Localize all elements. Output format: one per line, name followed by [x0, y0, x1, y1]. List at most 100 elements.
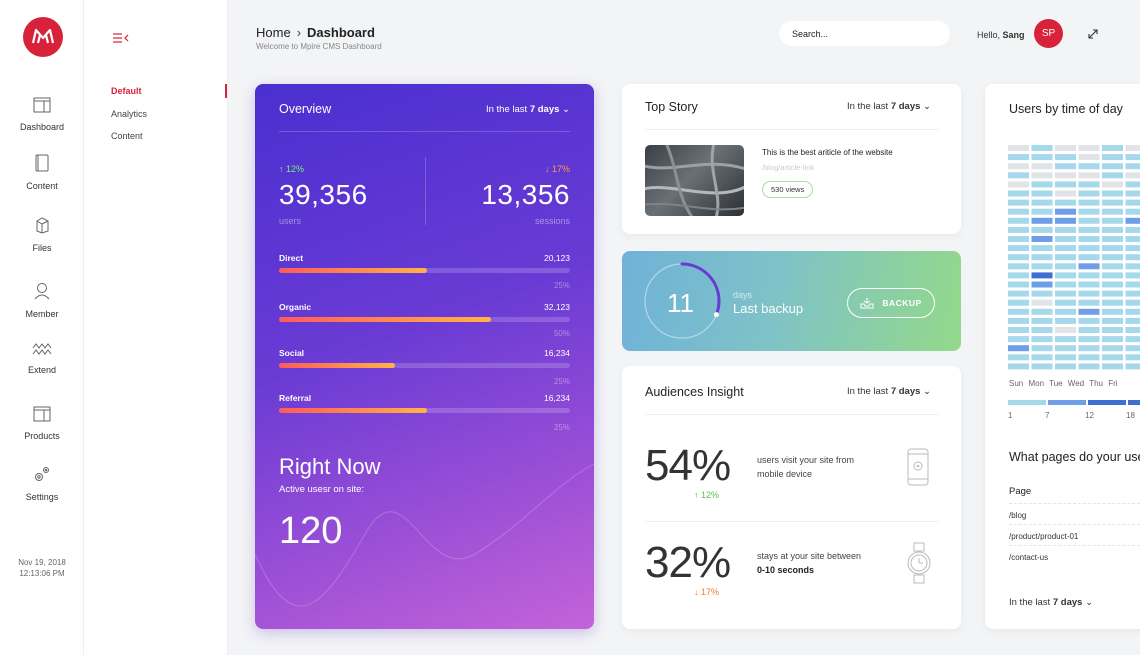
heatmap-cell[interactable]	[1125, 236, 1140, 242]
heatmap-cell[interactable]	[1031, 199, 1053, 206]
heatmap-cell[interactable]	[1055, 308, 1076, 315]
heatmap-cell[interactable]	[1078, 254, 1100, 261]
submenu-item-analytics[interactable]: Analytics	[111, 109, 147, 119]
heatmap-cell[interactable]	[1008, 145, 1029, 151]
heatmap-cell[interactable]	[1031, 145, 1053, 151]
heatmap-cell[interactable]	[1102, 317, 1123, 324]
heatmap-cell[interactable]	[1031, 317, 1053, 324]
heatmap-cell[interactable]	[1125, 308, 1140, 315]
heatmap-cell[interactable]	[1125, 263, 1140, 270]
heatmap-cell[interactable]	[1125, 290, 1140, 297]
heatmap-cell[interactable]	[1078, 308, 1100, 315]
heatmap-cell[interactable]	[1008, 272, 1029, 279]
heatmap-cell[interactable]	[1031, 281, 1053, 288]
heatmap-cell[interactable]	[1078, 217, 1100, 224]
heatmap-cell[interactable]	[1102, 236, 1123, 242]
pages-period-select[interactable]: In the last 7 days ⌄	[1009, 597, 1093, 608]
heatmap-cell[interactable]	[1125, 181, 1140, 188]
heatmap-cell[interactable]	[1055, 190, 1076, 197]
heatmap-cell[interactable]	[1055, 345, 1076, 352]
heatmap-cell[interactable]	[1055, 163, 1076, 170]
page-row[interactable]: /contact-us	[1009, 553, 1048, 562]
heatmap-cell[interactable]	[1125, 245, 1140, 252]
heatmap-cell[interactable]	[1055, 272, 1076, 279]
heatmap-cell[interactable]	[1055, 172, 1076, 179]
heatmap-cell[interactable]	[1055, 236, 1076, 242]
heatmap-cell[interactable]	[1031, 272, 1053, 279]
rail-item-extend[interactable]: Extend	[0, 342, 84, 378]
rail-item-files[interactable]: Files	[0, 216, 84, 256]
heatmap-cell[interactable]	[1125, 190, 1140, 197]
heatmap-cell[interactable]	[1008, 327, 1029, 333]
heatmap-cell[interactable]	[1055, 317, 1076, 324]
heatmap-cell[interactable]	[1078, 163, 1100, 170]
heatmap-cell[interactable]	[1031, 236, 1053, 242]
heatmap-cell[interactable]	[1102, 154, 1123, 161]
heatmap-cell[interactable]	[1055, 363, 1076, 370]
heatmap-cell[interactable]	[1008, 363, 1029, 370]
heatmap-cell[interactable]	[1125, 254, 1140, 261]
heatmap-cell[interactable]	[1055, 336, 1076, 343]
heatmap-cell[interactable]	[1031, 181, 1053, 188]
heatmap-cell[interactable]	[1102, 263, 1123, 270]
heatmap-cell[interactable]	[1031, 345, 1053, 352]
heatmap-cell[interactable]	[1078, 236, 1100, 242]
heatmap-cell[interactable]	[1055, 290, 1076, 297]
heatmap-cell[interactable]	[1125, 354, 1140, 361]
heatmap-cell[interactable]	[1078, 336, 1100, 343]
heatmap-cell[interactable]	[1055, 199, 1076, 206]
heatmap-cell[interactable]	[1078, 145, 1100, 151]
heatmap-cell[interactable]	[1031, 290, 1053, 297]
heatmap-cell[interactable]	[1102, 190, 1123, 197]
heatmap-cell[interactable]	[1078, 272, 1100, 279]
heatmap-cell[interactable]	[1125, 336, 1140, 343]
page-row[interactable]: /blog	[1009, 511, 1026, 520]
heatmap-cell[interactable]	[1031, 263, 1053, 270]
heatmap-cell[interactable]	[1008, 199, 1029, 206]
heatmap-cell[interactable]	[1055, 181, 1076, 188]
heatmap-cell[interactable]	[1055, 208, 1076, 215]
heatmap-cell[interactable]	[1102, 208, 1123, 215]
heatmap-cell[interactable]	[1008, 181, 1029, 188]
heatmap-cell[interactable]	[1008, 299, 1029, 306]
heatmap-cell[interactable]	[1102, 226, 1123, 233]
heatmap-cell[interactable]	[1102, 281, 1123, 288]
heatmap-cell[interactable]	[1055, 254, 1076, 261]
heatmap-cell[interactable]	[1031, 190, 1053, 197]
heatmap-cell[interactable]	[1055, 217, 1076, 224]
submenu-item-default[interactable]: Default	[111, 86, 142, 96]
heatmap-cell[interactable]	[1125, 154, 1140, 161]
heatmap-cell[interactable]	[1008, 263, 1029, 270]
heatmap-cell[interactable]	[1125, 226, 1140, 233]
heatmap-cell[interactable]	[1078, 199, 1100, 206]
heatmap-cell[interactable]	[1008, 281, 1029, 288]
heatmap-cell[interactable]	[1078, 354, 1100, 361]
heatmap-cell[interactable]	[1102, 354, 1123, 361]
heatmap-cell[interactable]	[1008, 290, 1029, 297]
heatmap-cell[interactable]	[1055, 226, 1076, 233]
heatmap-cell[interactable]	[1055, 327, 1076, 333]
article-link[interactable]: /blog/article-link	[762, 163, 814, 172]
heatmap-cell[interactable]	[1125, 217, 1140, 224]
heatmap-cell[interactable]	[1102, 199, 1123, 206]
heatmap-cell[interactable]	[1102, 145, 1123, 151]
search-input[interactable]	[779, 21, 950, 46]
heatmap-cell[interactable]	[1078, 317, 1100, 324]
rail-item-dashboard[interactable]: Dashboard	[0, 97, 84, 135]
heatmap-cell[interactable]	[1078, 190, 1100, 197]
heatmap-cell[interactable]	[1125, 145, 1140, 151]
heatmap-cell[interactable]	[1125, 199, 1140, 206]
heatmap-cell[interactable]	[1125, 281, 1140, 288]
heatmap-cell[interactable]	[1008, 308, 1029, 315]
heatmap-cell[interactable]	[1031, 308, 1053, 315]
heatmap-cell[interactable]	[1031, 327, 1053, 333]
heatmap-cell[interactable]	[1102, 336, 1123, 343]
heatmap-cell[interactable]	[1102, 290, 1123, 297]
heatmap-cell[interactable]	[1055, 145, 1076, 151]
heatmap-cell[interactable]	[1055, 354, 1076, 361]
heatmap-cell[interactable]	[1031, 254, 1053, 261]
heatmap-cell[interactable]	[1125, 363, 1140, 370]
heatmap-cell[interactable]	[1055, 281, 1076, 288]
heatmap-cell[interactable]	[1008, 354, 1029, 361]
heatmap-cell[interactable]	[1102, 181, 1123, 188]
